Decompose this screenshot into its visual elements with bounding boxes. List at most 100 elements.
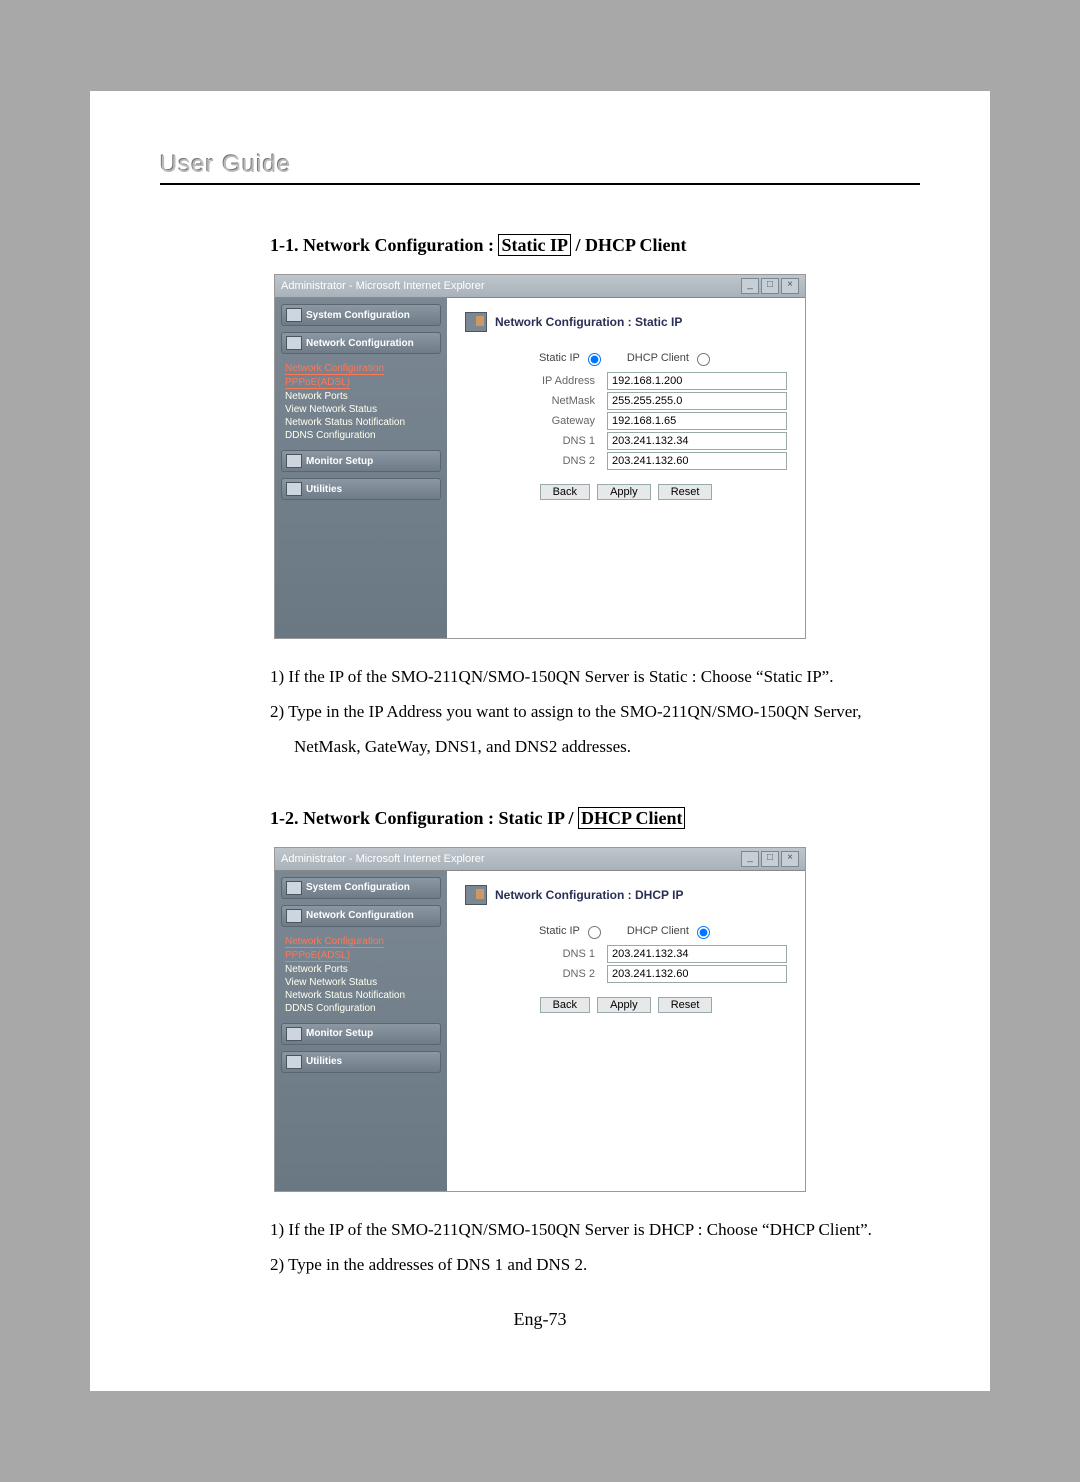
- sidebar-item-system-config[interactable]: System Configuration: [281, 877, 441, 899]
- maximize-icon[interactable]: □: [761, 851, 779, 867]
- input-dns1[interactable]: [607, 945, 787, 963]
- sidebar-link-view-status[interactable]: View Network Status: [285, 403, 439, 416]
- system-config-icon: [286, 308, 302, 322]
- label-dns1: DNS 1: [465, 435, 607, 447]
- input-netmask[interactable]: [607, 392, 787, 410]
- close-icon[interactable]: ×: [781, 851, 799, 867]
- radio-dhcp-label[interactable]: DHCP Client: [627, 925, 713, 937]
- mode-radio-row: Static IP DHCP Client: [465, 923, 787, 939]
- section-1-prefix: 1-1. Network Configuration :: [270, 235, 498, 255]
- close-icon[interactable]: ×: [781, 278, 799, 294]
- guide-title: User Guide: [160, 151, 291, 178]
- sidebar-item-monitor-setup[interactable]: Monitor Setup: [281, 450, 441, 472]
- sidebar-link-ports[interactable]: Network Ports: [285, 963, 439, 976]
- reset-button[interactable]: Reset: [658, 997, 713, 1013]
- section-1-boxed: Static IP: [498, 234, 571, 256]
- sidebar-item-utilities[interactable]: Utilities: [281, 478, 441, 500]
- radio-dhcp[interactable]: [697, 353, 710, 366]
- sidebar-label: Monitor Setup: [306, 456, 373, 467]
- sidebar-link-pppoe[interactable]: PPPoE(ADSL): [285, 950, 350, 962]
- label-dns2: DNS 2: [465, 968, 607, 980]
- window-titlebar: Administrator - Microsoft Internet Explo…: [275, 848, 805, 871]
- body-text-1b: 2) Type in the IP Address you want to as…: [270, 698, 920, 727]
- section-2-prefix: 1-2. Network Configuration : Static IP /: [270, 808, 578, 828]
- screenshot-panel-1: Administrator - Microsoft Internet Explo…: [274, 274, 806, 639]
- apply-button[interactable]: Apply: [597, 484, 651, 500]
- section-1-heading: 1-1. Network Configuration : Static IP /…: [270, 235, 920, 256]
- document-page: User Guide 1-1. Network Configuration : …: [90, 91, 990, 1391]
- back-button[interactable]: Back: [540, 997, 590, 1013]
- sidebar-link-status-notif[interactable]: Network Status Notification: [285, 416, 439, 429]
- minimize-icon[interactable]: _: [741, 851, 759, 867]
- label-dns1: DNS 1: [465, 948, 607, 960]
- section-2-boxed: DHCP Client: [578, 807, 686, 829]
- monitor-icon: [286, 454, 302, 468]
- network-config-icon: [286, 909, 302, 923]
- sidebar-item-monitor-setup[interactable]: Monitor Setup: [281, 1023, 441, 1045]
- window-title: Administrator - Microsoft Internet Explo…: [281, 280, 485, 292]
- sidebar-label: System Configuration: [306, 882, 410, 893]
- back-button[interactable]: Back: [540, 484, 590, 500]
- window-buttons: _ □ ×: [741, 851, 799, 867]
- input-dns2[interactable]: [607, 452, 787, 470]
- sidebar-links: Network Configuration PPPoE(ADSL) Networ…: [281, 933, 441, 1023]
- monitor-icon: [286, 1027, 302, 1041]
- radio-dhcp-label[interactable]: DHCP Client: [627, 352, 713, 364]
- sidebar-item-system-config[interactable]: System Configuration: [281, 304, 441, 326]
- window-buttons: _ □ ×: [741, 278, 799, 294]
- sidebar-item-network-config[interactable]: Network Configuration: [281, 905, 441, 927]
- maximize-icon[interactable]: □: [761, 278, 779, 294]
- sidebar-label: Network Configuration: [306, 910, 414, 921]
- minimize-icon[interactable]: _: [741, 278, 759, 294]
- sidebar-label: Monitor Setup: [306, 1028, 373, 1039]
- sidebar-label: Network Configuration: [306, 338, 414, 349]
- window-titlebar: Administrator - Microsoft Internet Explo…: [275, 275, 805, 298]
- input-dns1[interactable]: [607, 432, 787, 450]
- sidebar-links: Network Configuration PPPoE(ADSL) Networ…: [281, 360, 441, 450]
- sidebar-link-pppoe[interactable]: PPPoE(ADSL): [285, 377, 350, 389]
- network-config-icon: [465, 312, 487, 332]
- page-number: Eng-73: [160, 1309, 920, 1330]
- sidebar-link-status-notif[interactable]: Network Status Notification: [285, 989, 439, 1002]
- sidebar-link-ports[interactable]: Network Ports: [285, 390, 439, 403]
- radio-dhcp[interactable]: [697, 926, 710, 939]
- sidebar-item-utilities[interactable]: Utilities: [281, 1051, 441, 1073]
- section-2-heading: 1-2. Network Configuration : Static IP /…: [270, 808, 920, 829]
- sidebar-link-view-status[interactable]: View Network Status: [285, 976, 439, 989]
- sidebar-link-ddns[interactable]: DDNS Configuration: [285, 429, 439, 442]
- content-title: Network Configuration : Static IP: [495, 315, 682, 329]
- input-gateway[interactable]: [607, 412, 787, 430]
- utilities-icon: [286, 1055, 302, 1069]
- body-text-2b: 2) Type in the addresses of DNS 1 and DN…: [270, 1251, 920, 1280]
- label-dns2: DNS 2: [465, 455, 607, 467]
- sidebar-link-ddns[interactable]: DDNS Configuration: [285, 1002, 439, 1015]
- body-text-2a: 1) If the IP of the SMO-211QN/SMO-150QN …: [270, 1216, 920, 1245]
- radio-static[interactable]: [588, 353, 601, 366]
- header-rule: User Guide: [160, 151, 920, 185]
- content-title: Network Configuration : DHCP IP: [495, 888, 683, 902]
- section-1-suffix: / DHCP Client: [571, 235, 687, 255]
- window-title: Administrator - Microsoft Internet Explo…: [281, 853, 485, 865]
- screenshot-panel-2: Administrator - Microsoft Internet Explo…: [274, 847, 806, 1192]
- sidebar-link-network-config[interactable]: Network Configuration: [285, 363, 384, 375]
- reset-button[interactable]: Reset: [658, 484, 713, 500]
- radio-static-label[interactable]: Static IP: [539, 352, 604, 364]
- utilities-icon: [286, 482, 302, 496]
- input-ip[interactable]: [607, 372, 787, 390]
- sidebar-label: System Configuration: [306, 310, 410, 321]
- system-config-icon: [286, 881, 302, 895]
- sidebar-label: Utilities: [306, 1056, 342, 1067]
- mode-radio-row: Static IP DHCP Client: [465, 350, 787, 366]
- sidebar: System Configuration Network Configurati…: [275, 871, 447, 1191]
- radio-static[interactable]: [588, 926, 601, 939]
- radio-static-label[interactable]: Static IP: [539, 925, 604, 937]
- input-dns2[interactable]: [607, 965, 787, 983]
- content-area: Network Configuration : DHCP IP Static I…: [447, 871, 805, 1191]
- apply-button[interactable]: Apply: [597, 997, 651, 1013]
- sidebar-item-network-config[interactable]: Network Configuration: [281, 332, 441, 354]
- sidebar-label: Utilities: [306, 484, 342, 495]
- label-ip: IP Address: [465, 375, 607, 387]
- network-config-icon: [465, 885, 487, 905]
- label-netmask: NetMask: [465, 395, 607, 407]
- sidebar-link-network-config[interactable]: Network Configuration: [285, 936, 384, 948]
